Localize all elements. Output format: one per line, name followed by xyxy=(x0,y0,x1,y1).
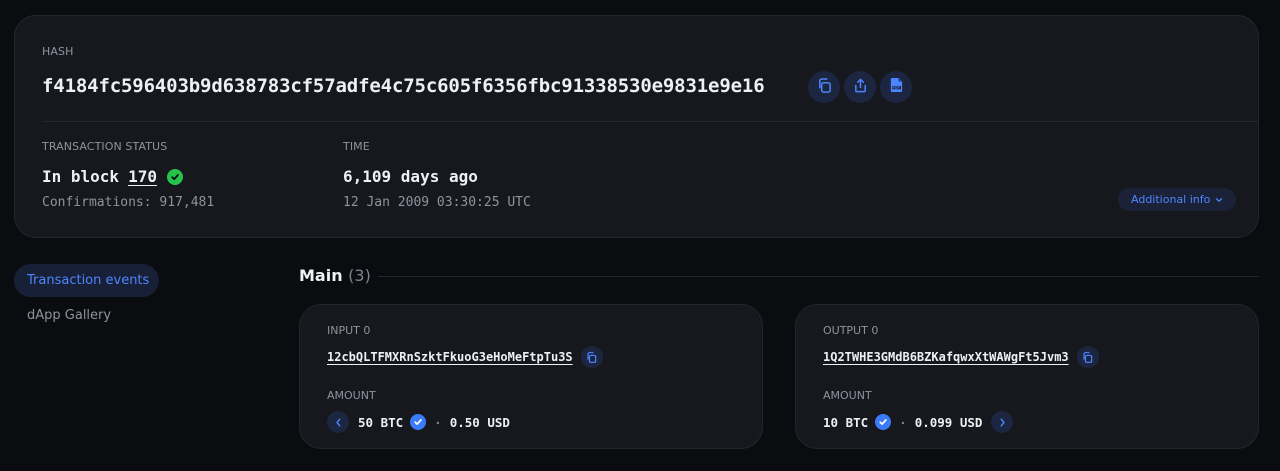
input-label: INPUT 0 xyxy=(327,324,371,337)
additional-info-button[interactable]: Additional info xyxy=(1118,188,1237,211)
share-icon xyxy=(853,78,868,97)
main-count: (3) xyxy=(348,266,371,285)
main-section-title: Main (3) xyxy=(299,266,371,285)
input-card: INPUT 0 12cbQLTFMXRnSzktFkuoG3eHoMeFtpTu… xyxy=(299,304,763,449)
separator-dot: · xyxy=(899,414,907,430)
check-circle-icon xyxy=(166,168,183,185)
output-address-row: 1Q2TWHE3GMdB6BZKafqwxXtWAWgFt5Jvm3 xyxy=(823,346,1099,368)
transaction-status: In block 170 xyxy=(42,167,183,186)
chevron-right-icon xyxy=(999,415,1006,430)
card-divider xyxy=(42,121,1258,122)
section-divider xyxy=(378,276,1259,277)
time-date: 12 Jan 2009 03:30:25 UTC xyxy=(343,195,531,210)
input-amount: 50 BTC xyxy=(358,414,404,430)
chevron-down-icon xyxy=(1215,193,1223,206)
time-ago: 6,109 days ago xyxy=(343,167,478,186)
output-amount-row: 10 BTC · 0.099 USD xyxy=(823,411,1014,433)
separator-dot: · xyxy=(434,414,442,430)
output-card: OUTPUT 0 1Q2TWHE3GMdB6BZKafqwxXtWAWgFt5J… xyxy=(795,304,1259,449)
output-amount-label: AMOUNT xyxy=(823,389,872,402)
status-text: In block xyxy=(42,167,120,186)
next-button[interactable] xyxy=(991,411,1014,433)
copy-input-address-button[interactable] xyxy=(580,346,603,368)
verified-check-icon xyxy=(410,414,427,430)
pdf-export-button[interactable] xyxy=(880,71,912,103)
additional-info-label: Additional info xyxy=(1131,193,1211,206)
copy-output-address-button[interactable] xyxy=(1076,346,1099,368)
copy-icon xyxy=(817,77,832,97)
input-amount-label: AMOUNT xyxy=(327,389,376,402)
output-label: OUTPUT 0 xyxy=(823,324,879,337)
nav-item-dapp-gallery[interactable]: dApp Gallery xyxy=(27,308,111,323)
copy-icon xyxy=(586,348,597,367)
input-address-link[interactable]: 12cbQLTFMXRnSzktFkuoG3eHoMeFtpTu3S xyxy=(327,350,573,364)
confirmations-count: Confirmations: 917,481 xyxy=(42,195,215,210)
nav-item-transaction-events[interactable]: Transaction events xyxy=(14,264,159,297)
input-amount-row: 50 BTC · 0.50 USD xyxy=(327,411,510,433)
previous-button[interactable] xyxy=(327,411,349,433)
block-number-link[interactable]: 170 xyxy=(128,167,157,186)
input-address-row: 12cbQLTFMXRnSzktFkuoG3eHoMeFtpTu3S xyxy=(327,346,603,368)
hash-label: HASH xyxy=(42,45,74,58)
input-usd: 0.50 USD xyxy=(449,414,510,430)
transaction-hash: f4184fc596403b9d638783cf57adfe4c75c605f6… xyxy=(42,75,765,97)
pdf-icon xyxy=(889,77,904,97)
copy-hash-button[interactable] xyxy=(808,71,840,103)
share-button[interactable] xyxy=(844,71,876,103)
output-address-link[interactable]: 1Q2TWHE3GMdB6BZKafqwxXtWAWgFt5Jvm3 xyxy=(823,350,1069,364)
transaction-status-label: TRANSACTION STATUS xyxy=(42,140,168,153)
output-amount: 10 BTC xyxy=(823,414,869,430)
time-label: TIME xyxy=(343,140,370,153)
main-title-text: Main xyxy=(299,266,343,285)
chevron-left-icon xyxy=(335,415,342,430)
output-usd: 0.099 USD xyxy=(914,414,983,430)
transaction-summary-card: HASH f4184fc596403b9d638783cf57adfe4c75c… xyxy=(14,15,1259,238)
hash-actions xyxy=(808,71,912,103)
verified-check-icon xyxy=(875,414,892,430)
copy-icon xyxy=(1082,348,1093,367)
